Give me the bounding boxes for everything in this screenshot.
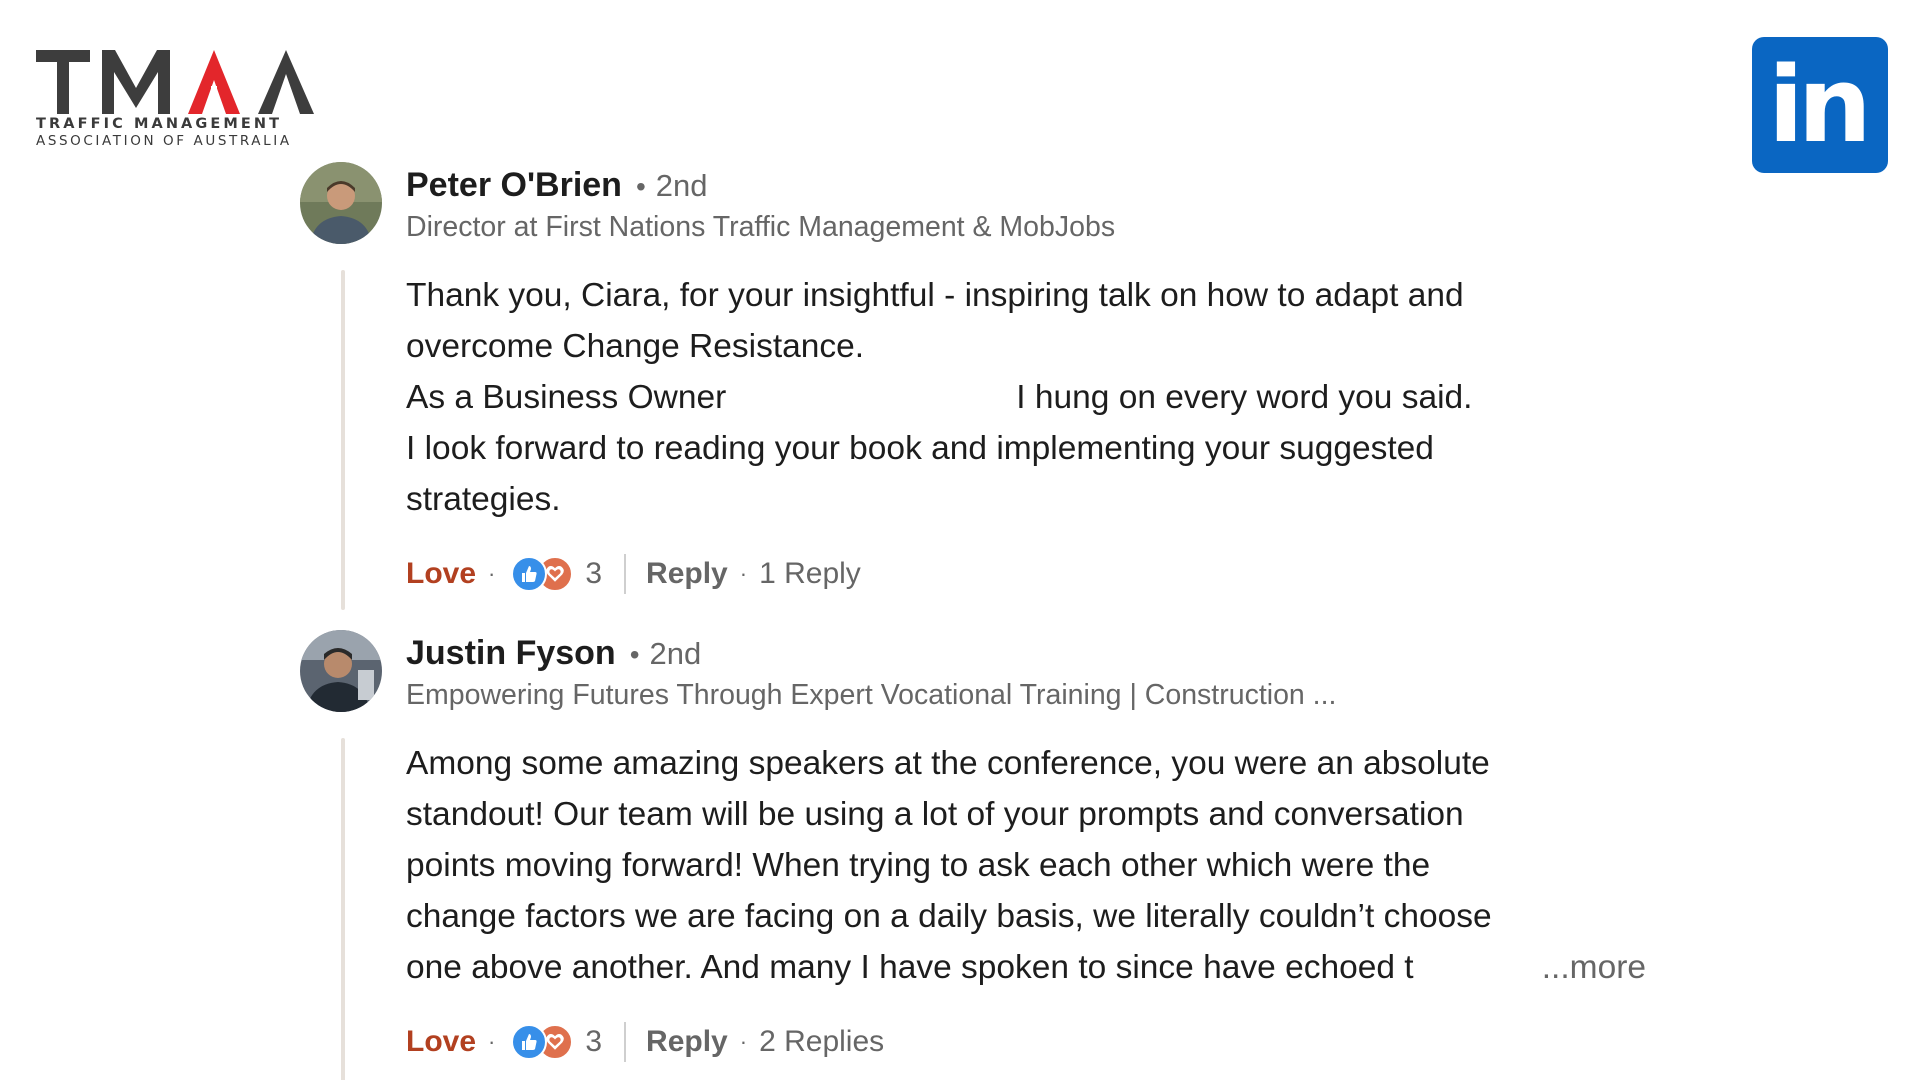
- love-reaction-button[interactable]: Love: [406, 557, 476, 591]
- love-reaction-button[interactable]: Love: [406, 1025, 476, 1059]
- dot-separator: ·: [488, 1029, 496, 1054]
- dot-separator: ·: [488, 561, 496, 586]
- comment-line-part: one above another. And many I have spoke…: [406, 949, 1414, 986]
- reactions-summary[interactable]: 3: [511, 1024, 602, 1060]
- connection-degree: 2nd: [649, 636, 702, 671]
- comment-line: Thank you, Ciara, for your insightful - …: [406, 277, 1464, 314]
- comment-header: Justin Fyson • 2nd Empowering Futures Th…: [406, 634, 1336, 712]
- comment-line: overcome Change Resistance.: [406, 328, 865, 365]
- reply-button[interactable]: Reply: [646, 557, 728, 591]
- comment-line: As a Business Owner I hung on every word …: [406, 372, 1646, 423]
- separator: •: [629, 639, 640, 670]
- comment-line-part: I hung on every word you said.: [1016, 379, 1473, 416]
- replies-count-link[interactable]: 1 Reply: [759, 557, 861, 591]
- replies-count-link[interactable]: 2 Replies: [759, 1025, 884, 1059]
- author-headline: Empowering Futures Through Expert Vocati…: [406, 679, 1337, 711]
- comment-body: Among some amazing speakers at the confe…: [406, 738, 1646, 993]
- post-comments-screenshot: TRAFFIC MANAGEMENT ASSOCIATION OF AUSTRA…: [0, 0, 1920, 1080]
- comment-line: I look forward to reading your book and …: [406, 430, 1434, 467]
- see-more-link[interactable]: ...more: [1542, 942, 1646, 993]
- comment-line: Among some amazing speakers at the confe…: [406, 745, 1490, 782]
- divider: [624, 1022, 627, 1062]
- comment-header: Peter O'Brien • 2nd Director at First Na…: [406, 166, 1115, 244]
- linkedin-logo-icon: in: [1752, 37, 1888, 173]
- dot-separator: ·: [739, 561, 748, 586]
- reaction-count: 3: [585, 557, 603, 590]
- author-headline: Director at First Nations Traffic Manage…: [406, 211, 1116, 243]
- avatar[interactable]: [300, 162, 382, 244]
- comment-line: points moving forward! When trying to as…: [406, 847, 1431, 884]
- tmaa-logo: TRAFFIC MANAGEMENT ASSOCIATION OF AUSTRA…: [36, 38, 336, 156]
- comment-line: standout! Our team will be using a lot o…: [406, 796, 1464, 833]
- reactions-summary[interactable]: 3: [511, 556, 602, 592]
- comment-line: one above another. And many I have spoke…: [406, 942, 1646, 993]
- thread-line: [341, 270, 345, 610]
- reply-button[interactable]: Reply: [646, 1025, 728, 1059]
- comment-line-part: As a Business Owner: [406, 379, 727, 416]
- divider: [624, 554, 627, 594]
- tmaa-logo-letters: [36, 38, 336, 116]
- separator: •: [635, 171, 646, 202]
- comment-body: Thank you, Ciara, for your insightful - …: [406, 270, 1646, 525]
- reaction-count: 3: [585, 1025, 603, 1058]
- author-name[interactable]: Justin Fyson: [406, 634, 616, 673]
- comment-actions: Love · 3 Reply · 1 Reply: [406, 554, 861, 594]
- comment-actions: Love · 3 Reply · 2 Replies: [406, 1022, 884, 1062]
- tmaa-logo-line2: ASSOCIATION OF AUSTRALIA: [36, 133, 292, 149]
- comment-line: strategies.: [406, 481, 561, 518]
- tmaa-logo-line1: TRAFFIC MANAGEMENT: [36, 116, 283, 132]
- dot-separator: ·: [739, 1029, 748, 1054]
- comment-line: change factors we are facing on a daily …: [406, 898, 1492, 935]
- avatar[interactable]: [300, 630, 382, 712]
- connection-degree: 2nd: [655, 168, 708, 203]
- thread-line: [341, 738, 345, 1080]
- author-name[interactable]: Peter O'Brien: [406, 166, 622, 205]
